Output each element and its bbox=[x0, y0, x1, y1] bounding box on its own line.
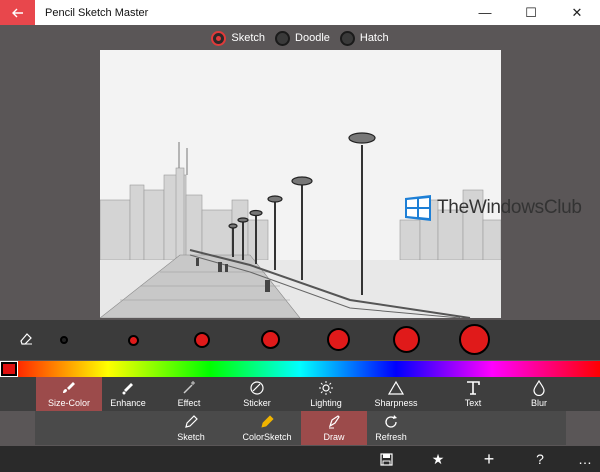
maximize-button[interactable]: ☐ bbox=[508, 0, 554, 25]
help-button[interactable]: ? bbox=[525, 446, 555, 472]
tool-effect[interactable]: Effect bbox=[156, 377, 222, 411]
minimize-button[interactable]: — bbox=[462, 0, 508, 25]
brush-size-row bbox=[0, 320, 600, 360]
radio-selected-icon bbox=[211, 30, 227, 46]
color-spectrum-slider[interactable] bbox=[0, 361, 600, 377]
subtool-label: ColorSketch bbox=[242, 432, 292, 442]
watermark-text: TheWindowsClub bbox=[437, 197, 582, 218]
pencil-icon bbox=[185, 415, 198, 428]
brush-icon bbox=[63, 382, 75, 393]
brush-size-4[interactable] bbox=[261, 330, 280, 349]
sketch-canvas[interactable] bbox=[100, 50, 501, 318]
eraser-icon[interactable] bbox=[18, 330, 34, 346]
mode-doodle[interactable]: Doodle bbox=[275, 30, 330, 46]
add-button[interactable]: + bbox=[474, 446, 504, 472]
brush-size-5[interactable] bbox=[327, 328, 350, 351]
subtool-refresh[interactable]: Refresh bbox=[358, 411, 424, 445]
brush-size-1[interactable] bbox=[60, 336, 68, 344]
tool-sharpness[interactable]: Sharpness bbox=[363, 377, 429, 411]
brush-size-2[interactable] bbox=[128, 335, 139, 346]
sketch-subtools: Sketch ColorSketch Draw Refresh bbox=[35, 411, 566, 445]
tool-text[interactable]: Text bbox=[440, 377, 506, 411]
app-command-bar: ★ + ? … bbox=[0, 446, 600, 472]
radio-icon bbox=[339, 30, 355, 46]
brush-size-7[interactable] bbox=[459, 324, 490, 355]
sparkle-wand-icon bbox=[183, 381, 195, 394]
mode-hatch[interactable]: Hatch bbox=[339, 30, 389, 46]
tool-blur[interactable]: Blur bbox=[506, 377, 572, 411]
tool-size-color[interactable]: Size-Color bbox=[36, 377, 102, 411]
brush-size-3[interactable] bbox=[194, 332, 210, 348]
color-pencil-icon bbox=[261, 415, 274, 428]
brush-size-6[interactable] bbox=[393, 326, 420, 353]
subtool-label: Refresh bbox=[375, 432, 407, 442]
windows-club-logo-icon bbox=[405, 195, 431, 221]
current-color-swatch[interactable] bbox=[0, 361, 18, 377]
mode-label: Sketch bbox=[231, 32, 266, 44]
subtool-sketch[interactable]: Sketch bbox=[158, 411, 224, 445]
tools-toolbar: Size-Color Enhance Effect Sticker Lighti… bbox=[0, 377, 600, 411]
subtool-label: Sketch bbox=[177, 432, 205, 442]
wand-icon bbox=[122, 383, 133, 395]
title-bar: Pencil Sketch Master — ☐ ✕ bbox=[0, 0, 600, 25]
mode-label: Hatch bbox=[359, 32, 389, 44]
subtool-colorsketch[interactable]: ColorSketch bbox=[234, 411, 300, 445]
triangle-icon bbox=[388, 380, 404, 395]
tool-label: Text bbox=[464, 398, 482, 408]
pen-icon bbox=[328, 415, 340, 429]
tool-label: Sticker bbox=[243, 398, 271, 408]
tool-enhance[interactable]: Enhance bbox=[95, 377, 161, 411]
tool-label: Effect bbox=[177, 398, 201, 408]
tool-sticker[interactable]: Sticker bbox=[224, 377, 290, 411]
close-button[interactable]: ✕ bbox=[554, 0, 600, 25]
app-title: Pencil Sketch Master bbox=[45, 6, 149, 19]
sticker-icon bbox=[250, 381, 264, 395]
refresh-icon bbox=[385, 415, 397, 428]
subtool-label: Draw bbox=[323, 432, 345, 442]
tool-label: Lighting bbox=[310, 398, 342, 408]
sun-icon bbox=[319, 381, 333, 395]
drop-icon bbox=[533, 380, 545, 396]
sketch-image bbox=[100, 50, 501, 318]
watermark: TheWindowsClub bbox=[405, 195, 582, 221]
tool-label: Size-Color bbox=[47, 398, 90, 408]
save-icon bbox=[379, 452, 393, 466]
save-button[interactable] bbox=[371, 446, 401, 472]
tool-label: Sharpness bbox=[374, 398, 418, 408]
tool-label: Enhance bbox=[110, 398, 146, 408]
tool-lighting[interactable]: Lighting bbox=[293, 377, 359, 411]
more-button[interactable]: … bbox=[570, 446, 600, 472]
favorite-button[interactable]: ★ bbox=[423, 446, 453, 472]
mode-sketch[interactable]: Sketch bbox=[211, 30, 266, 46]
back-arrow-icon bbox=[11, 8, 23, 17]
mode-label: Doodle bbox=[295, 32, 330, 44]
tool-label: Blur bbox=[530, 398, 547, 408]
back-button[interactable] bbox=[0, 0, 35, 25]
radio-icon bbox=[275, 30, 291, 46]
mode-selector: Sketch Doodle Hatch bbox=[0, 28, 600, 48]
text-t-icon bbox=[467, 381, 480, 395]
